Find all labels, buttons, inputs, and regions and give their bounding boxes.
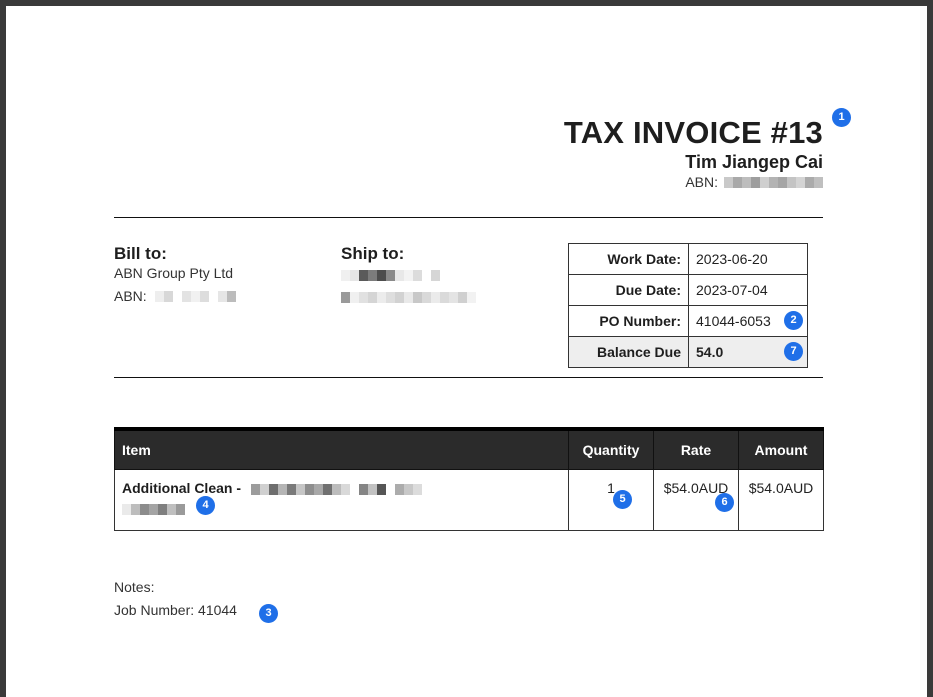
notes-label: Notes:: [114, 579, 155, 595]
due-date-label: Due Date:: [568, 274, 689, 306]
bill-to-company: ABN Group Pty Ltd: [114, 265, 234, 281]
issuer-abn: ABN:: [685, 174, 823, 190]
po-number-row: PO Number: 41044-6053: [568, 305, 808, 337]
ship-to-heading: Ship to:: [341, 244, 405, 263]
divider-middle: [114, 377, 823, 378]
issuer-name: Tim Jiangер Cai: [685, 152, 823, 172]
redacted-bill-to-abn: [154, 290, 236, 302]
redacted-ship-to-line-2: [341, 289, 476, 307]
column-header-quantity: Quantity: [568, 427, 654, 470]
marker-badge-7[interactable]: 7: [784, 342, 803, 361]
invoice-title: TAX INVOICE #13: [563, 115, 823, 150]
bill-to-abn-label: ABN:: [114, 288, 147, 304]
due-date-value: 2023-07-04: [688, 274, 808, 306]
redacted-issuer-abn: [724, 176, 823, 188]
bill-to-abn: ABN:: [114, 288, 236, 304]
marker-badge-1[interactable]: 1: [832, 108, 851, 127]
item-description-cell: Additional Clean -: [114, 469, 569, 531]
marker-badge-5[interactable]: 5: [613, 490, 632, 509]
bill-to-heading: Bill to:: [114, 244, 167, 263]
due-date-row: Due Date: 2023-07-04: [568, 274, 808, 306]
marker-badge-2[interactable]: 2: [784, 311, 803, 330]
column-header-item: Item: [114, 427, 569, 470]
job-number: Job Number: 41044: [114, 602, 237, 618]
line-items-table: Item Quantity Rate Amount Additional Cle…: [114, 427, 824, 531]
work-date-label: Work Date:: [568, 243, 689, 275]
invoice-details-table: Work Date: 2023-06-20 Due Date: 2023-07-…: [568, 243, 808, 368]
issuer-abn-label: ABN:: [685, 174, 718, 190]
invoice-page: TAX INVOICE #13 Tim Jiangер Cai ABN: Bil…: [6, 6, 927, 697]
marker-badge-6[interactable]: 6: [715, 493, 734, 512]
redacted-item-description-line-2: [122, 503, 185, 515]
balance-due-row: Balance Due 54.0: [568, 336, 808, 368]
marker-badge-3[interactable]: 3: [259, 604, 278, 623]
work-date-value: 2023-06-20: [688, 243, 808, 275]
po-number-label: PO Number:: [568, 305, 689, 337]
divider-top: [114, 217, 823, 218]
item-description: Additional Clean -: [122, 480, 241, 496]
redacted-ship-to-line-1: [341, 267, 440, 285]
balance-due-label: Balance Due: [568, 336, 689, 368]
marker-badge-4[interactable]: 4: [196, 496, 215, 515]
item-amount: $54.0AUD: [738, 469, 824, 531]
redacted-item-description: [250, 483, 422, 495]
work-date-row: Work Date: 2023-06-20: [568, 243, 808, 275]
column-header-rate: Rate: [653, 427, 739, 470]
item-quantity: 1: [568, 469, 654, 531]
line-items-header-row: Item Quantity Rate Amount: [114, 427, 824, 470]
column-header-amount: Amount: [738, 427, 824, 470]
